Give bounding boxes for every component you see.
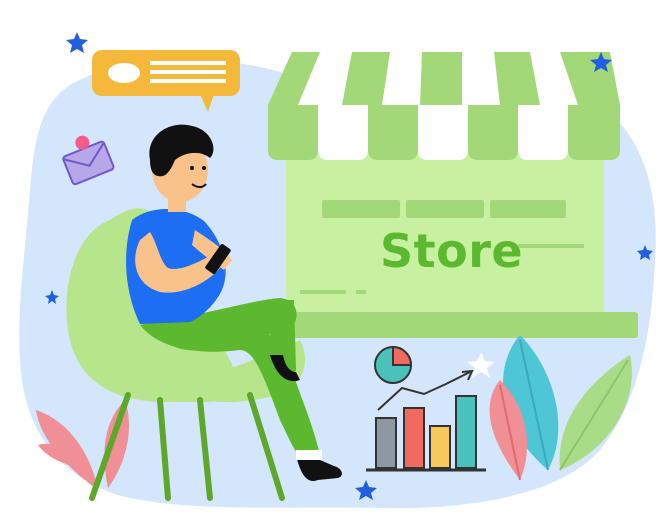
illustration — [19, 32, 656, 509]
store-awning-valance — [268, 105, 620, 160]
store — [268, 52, 638, 338]
store-sign-label: Store — [380, 224, 524, 278]
pie-chart-icon — [374, 345, 413, 384]
star-icon — [66, 32, 88, 53]
store-ledge — [270, 312, 638, 338]
